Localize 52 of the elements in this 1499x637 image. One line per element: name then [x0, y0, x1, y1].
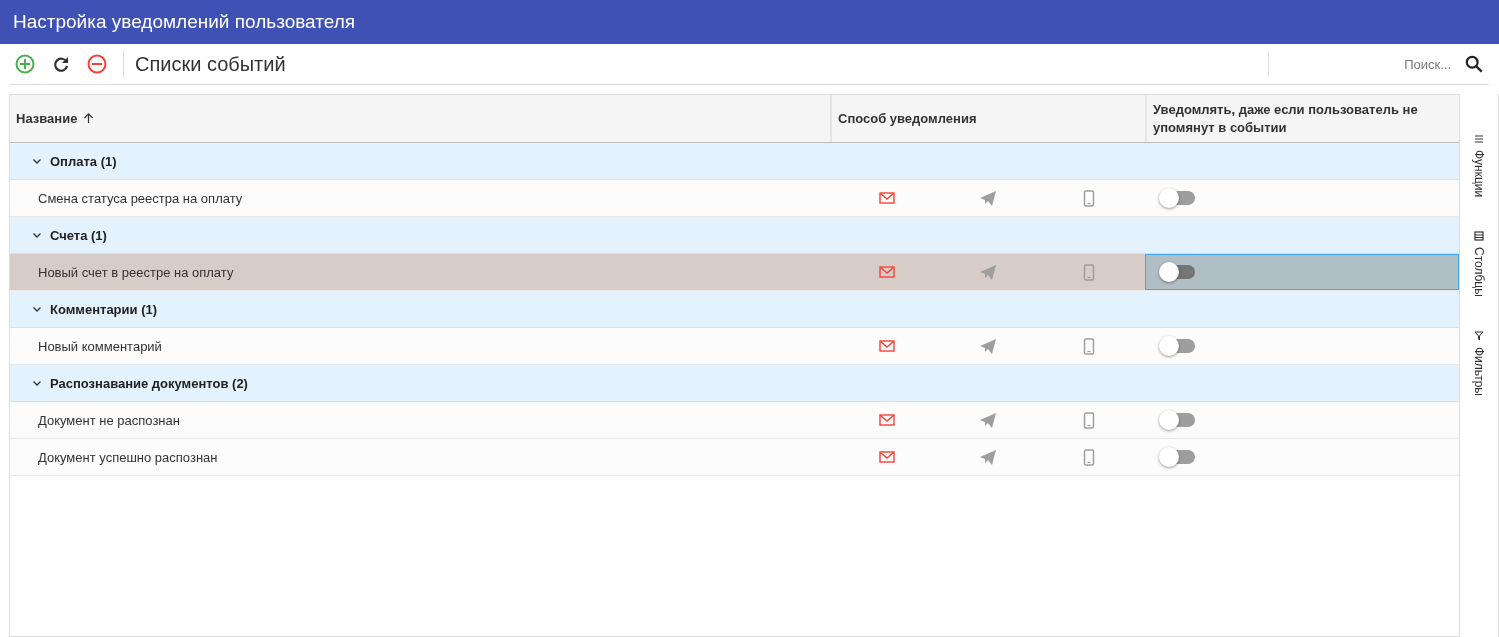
mail-icon[interactable] — [878, 265, 895, 279]
group-row[interactable]: Оплата (1) — [10, 143, 1459, 180]
paper-plane-icon[interactable] — [978, 411, 997, 429]
event-name: Новый счет в реестре на оплату — [38, 264, 234, 280]
group-label: Счета (1) — [50, 227, 107, 243]
smartphone-icon[interactable] — [1082, 411, 1095, 429]
chevron-down-icon[interactable] — [32, 230, 42, 240]
mail-icon[interactable] — [878, 339, 895, 353]
add-icon[interactable] — [15, 54, 35, 74]
filters-icon[interactable] — [1474, 331, 1484, 342]
event-name: Документ не распознан — [38, 412, 180, 428]
chevron-down-icon[interactable] — [32, 304, 42, 314]
smartphone-icon[interactable] — [1082, 337, 1095, 355]
smartphone-icon[interactable] — [1082, 263, 1095, 281]
group-row[interactable]: Комментарии (1) — [10, 291, 1459, 328]
paper-plane-icon[interactable] — [978, 263, 997, 281]
smartphone-icon[interactable] — [1082, 448, 1095, 466]
group-label: Комментарии (1) — [50, 301, 158, 317]
window-title: Настройка уведомлений пользователя — [13, 11, 356, 33]
paper-plane-icon[interactable] — [978, 189, 997, 207]
event-name: Новый комментарий — [38, 338, 162, 354]
smartphone-icon[interactable] — [1082, 189, 1095, 207]
event-name: Документ успешно распознан — [38, 449, 218, 465]
list-title: Списки событий — [123, 51, 286, 77]
toggle-switch[interactable] — [1159, 262, 1195, 282]
mail-icon[interactable] — [878, 413, 895, 427]
chevron-down-icon[interactable] — [32, 378, 42, 388]
event-name: Смена статуса реестра на оплату — [38, 190, 243, 206]
group-label: Оплата (1) — [50, 153, 117, 169]
toggle-switch[interactable] — [1159, 336, 1195, 356]
group-label: Распознавание документов (2) — [50, 375, 248, 391]
mail-icon[interactable] — [878, 450, 895, 464]
chevron-down-icon[interactable] — [32, 156, 42, 166]
mail-icon[interactable] — [878, 191, 895, 205]
toggle-switch[interactable] — [1159, 447, 1195, 467]
search-field[interactable]: Поиск... — [1269, 55, 1453, 73]
sort-arrow-icon[interactable] — [83, 113, 95, 124]
paper-plane-icon[interactable] — [978, 337, 997, 355]
functions-icon[interactable] — [1474, 134, 1484, 144]
toggle-switch[interactable] — [1159, 410, 1195, 430]
toggle-switch[interactable] — [1159, 188, 1195, 208]
side-panel-tab[interactable]: Столбцы — [1472, 231, 1486, 298]
group-row[interactable]: Распознавание документов (2) — [10, 365, 1459, 402]
paper-plane-icon[interactable] — [978, 448, 997, 466]
side-panel-tab[interactable]: Фильтры — [1472, 331, 1486, 397]
column-header[interactable]: Название — [10, 95, 830, 142]
table-row[interactable]: Новый счет в реестре на оплату — [10, 254, 1459, 291]
columns-icon[interactable] — [1474, 231, 1484, 242]
search-icon[interactable] — [1465, 55, 1483, 73]
remove-icon[interactable] — [87, 54, 107, 74]
side-panel-tab[interactable]: Функции — [1472, 134, 1486, 198]
group-row[interactable]: Счета (1) — [10, 217, 1459, 254]
